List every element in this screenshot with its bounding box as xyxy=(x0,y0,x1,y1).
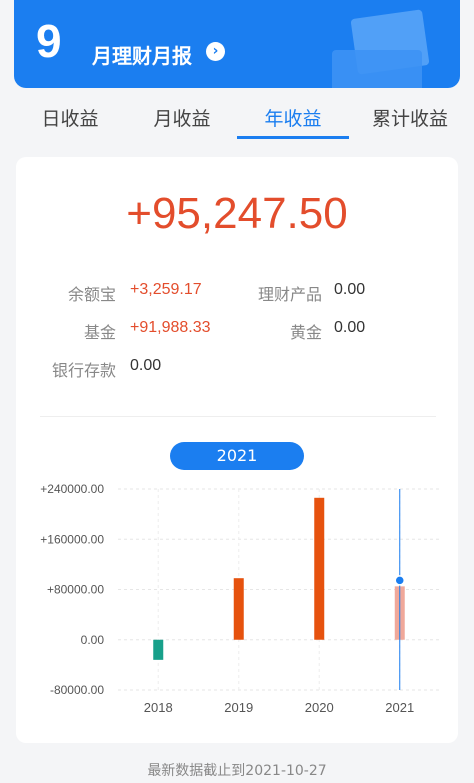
yearly-earnings-chart[interactable]: +240000.00 +160000.00 +80000.00 0.00 -80000.… xyxy=(0,0,474,783)
bar-2018 xyxy=(153,639,164,660)
x-tick-label: 2019 xyxy=(224,700,253,715)
x-tick-label: 2021 xyxy=(385,700,414,715)
y-tick-label: +160000.00 xyxy=(40,532,104,546)
y-tick-label: 0.00 xyxy=(81,633,105,647)
bar-2020 xyxy=(314,497,325,640)
x-tick-label: 2018 xyxy=(144,700,173,715)
data-cutoff-footer: 最新数据截止到2021-10-27 xyxy=(147,763,327,779)
bar-2019 xyxy=(233,578,244,640)
y-tick-label: +80000.00 xyxy=(47,583,104,597)
x-tick-label: 2020 xyxy=(305,700,334,715)
y-tick-label: +240000.00 xyxy=(40,482,104,496)
y-tick-label: -80000.00 xyxy=(50,683,104,697)
selection-dot xyxy=(394,575,405,586)
